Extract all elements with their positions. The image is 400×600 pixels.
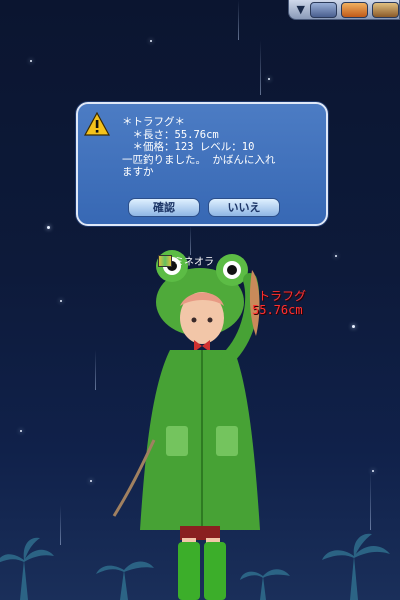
guild-emblem-icon	[158, 254, 172, 267]
dialog-line-question-end: ますか	[122, 166, 154, 179]
quick-toolbar: ▼	[288, 0, 400, 20]
catch-label: トラフグ 55.76cm	[252, 289, 306, 317]
star	[150, 40, 152, 42]
star	[372, 470, 374, 472]
star	[30, 60, 32, 62]
dialog-line-question: 一匹釣りました。 かばんに入れ	[122, 153, 276, 166]
catch-length: 55.76cm	[252, 303, 303, 317]
no-button[interactable]: いいえ	[208, 198, 280, 217]
catch-fish-name: トラフグ	[258, 289, 307, 303]
star	[20, 430, 22, 432]
player-name: ミネオラ	[174, 257, 214, 268]
confirm-button[interactable]: 確認	[128, 198, 200, 217]
menu-slot-button[interactable]	[372, 1, 399, 18]
light-streak	[95, 350, 96, 390]
dialog-line-length: ＊長さ：55.76cm	[122, 128, 219, 141]
game-scene	[0, 0, 400, 600]
star	[47, 226, 50, 229]
warning-icon	[84, 112, 110, 136]
skill-slot-button[interactable]	[310, 1, 338, 18]
chevron-down-icon[interactable]: ▼	[295, 3, 306, 17]
light-streak	[238, 0, 239, 40]
dialog-line-price: ＊価格：123 レベル：10	[122, 141, 255, 154]
item-slot-button[interactable]	[341, 1, 369, 18]
fish-caught-dialog: ＊トラフグ＊ ＊長さ：55.76cm ＊価格：123 レベル：10 一匹釣りまし…	[76, 102, 328, 226]
star	[60, 300, 62, 302]
light-streak	[260, 40, 261, 95]
dialog-message: ＊トラフグ＊ ＊長さ：55.76cm ＊価格：123 レベル：10 一匹釣りまし…	[122, 116, 322, 179]
player-nameplate: ミネオラ	[158, 253, 214, 268]
star	[268, 78, 270, 80]
star	[90, 480, 92, 482]
star	[352, 325, 355, 328]
star	[335, 255, 337, 257]
dialog-line-fish: ＊トラフグ＊	[122, 116, 185, 128]
